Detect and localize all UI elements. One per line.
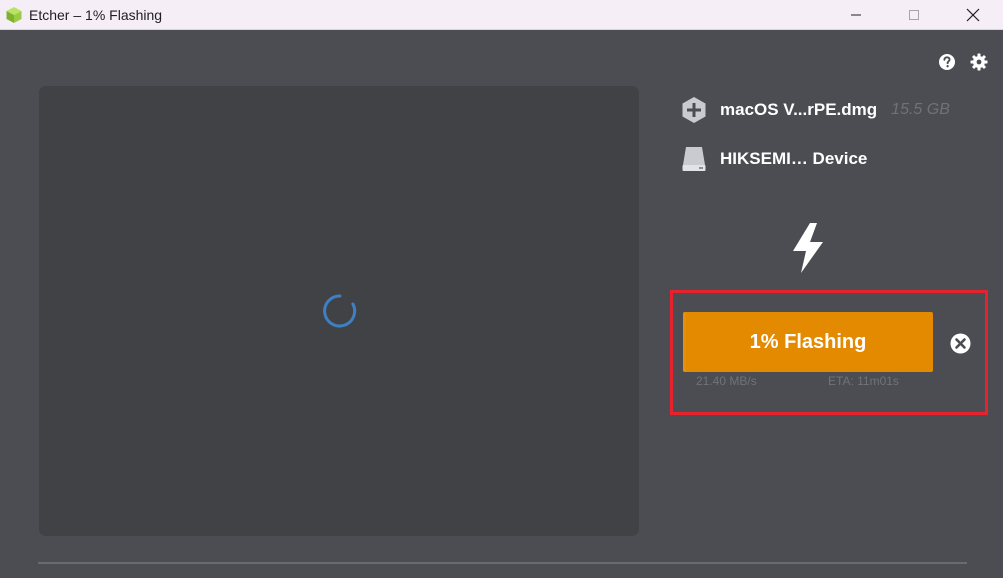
preview-pane [39,86,639,536]
flash-status-label: 1% Flashing [749,330,867,353]
flash-speed: 21.40 MB/s [696,374,757,388]
drive-name: HIKSEMI… Device [720,149,868,168]
plus-hexagon-icon [682,97,706,123]
help-icon[interactable] [938,53,956,71]
settings-gear-icon[interactable] [970,53,988,71]
etcher-cube-icon [6,7,22,23]
cancel-x-icon[interactable] [950,333,971,354]
close-button[interactable] [950,0,996,29]
maximize-icon [909,9,919,20]
progress-fill [683,312,686,372]
maximize-button[interactable] [891,0,937,29]
drive-icon [682,147,706,171]
close-icon [966,8,980,21]
lightning-bolt-icon [793,223,823,273]
flash-progress-button[interactable]: 1% Flashing [683,312,933,372]
flash-eta: ETA: 11m01s [828,374,899,388]
image-size: 15.5 GB [891,101,950,118]
window-title: Etcher – 1% Flashing [29,7,163,23]
footer-divider [38,562,967,564]
window-titlebar: Etcher – 1% Flashing [0,0,1003,30]
minimize-button[interactable] [833,0,879,29]
image-name: macOS V...rPE.dmg [720,100,878,119]
selected-image[interactable]: macOS V...rPE.dmg 15.5 GB [681,96,950,124]
minimize-icon [851,14,861,15]
loading-spinner-icon [323,294,357,328]
selected-drive[interactable]: HIKSEMI… Device [681,145,867,173]
